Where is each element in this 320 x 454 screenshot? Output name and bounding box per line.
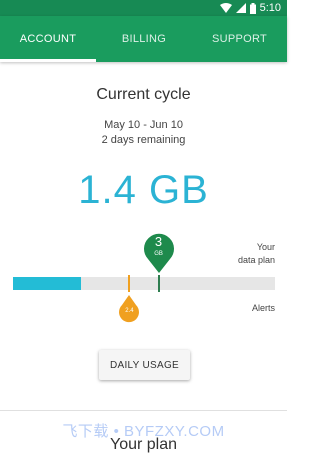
signal-icon [235,3,246,13]
alert-marker[interactable]: 2.4 [118,295,140,323]
cycle-title: Current cycle [96,86,191,103]
data-plan-threshold-line [157,275,160,292]
plan-pin-unit: GB [154,251,163,257]
daily-usage-button[interactable]: DAILY USAGE [99,350,190,380]
your-plan-heading: Your plan [109,436,178,453]
section-divider [0,410,287,411]
tab-account[interactable]: ACCOUNT [0,16,96,62]
alerts-label: Alerts [251,303,275,313]
tab-support[interactable]: SUPPORT [192,16,287,62]
cycle-dates: May 10 - Jun 10 [104,119,183,131]
tab-account-label: ACCOUNT [19,33,77,45]
alert-threshold-line [128,275,131,292]
tab-bar: ACCOUNT BILLING SUPPORT [0,16,287,62]
cycle-remaining: 2 days remaining [101,134,186,146]
usage-bar-fill [13,277,81,290]
data-plan-label-line2: data plan [237,255,275,265]
usage-bar-track [13,277,275,290]
alert-pin-value: 2.4 [125,308,134,314]
status-icons: 5:10 [219,1,281,15]
data-plan-label-line1: Your [256,242,275,252]
status-bar: 5:10 [0,0,287,16]
tab-billing[interactable]: BILLING [96,16,192,62]
wifi-icon [219,3,232,13]
data-plan-marker[interactable]: 3 GB [142,231,176,273]
tab-billing-label: BILLING [121,33,167,45]
usage-value: 1.4 GB [78,168,209,212]
tab-support-label: SUPPORT [211,33,268,45]
tab-active-indicator [0,59,96,62]
daily-usage-button-label: DAILY USAGE [109,359,180,371]
status-time: 5:10 [259,2,281,14]
data-plan-label: Your data plan [238,241,275,267]
plan-pin-value: 3 [154,234,163,249]
battery-icon [249,2,256,14]
